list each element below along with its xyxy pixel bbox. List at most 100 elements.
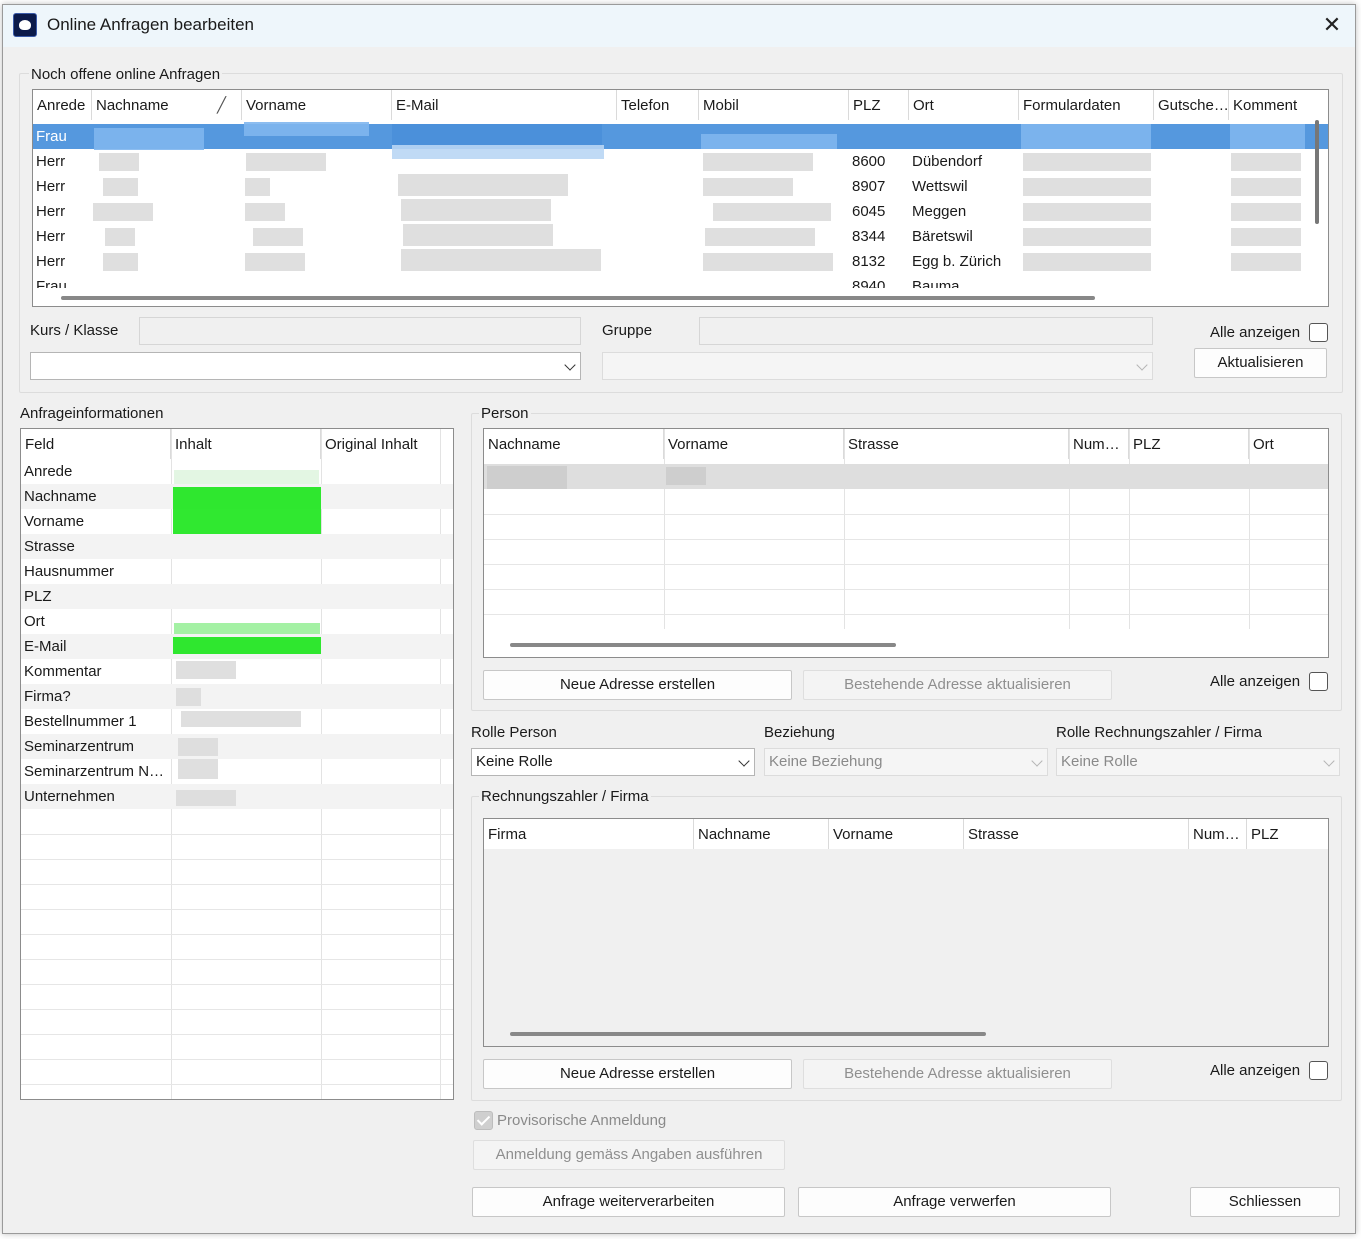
anfrage-verwerfen-button[interactable]: Anfrage verwerfen	[798, 1187, 1111, 1217]
col-nummer[interactable]: Num…	[1069, 429, 1129, 459]
redacted-cell	[99, 153, 139, 171]
requests-group-label: Noch offene online Anfragen	[29, 66, 223, 83]
anfrage-weiterverarbeiten-button[interactable]: Anfrage weiterverarbeiten	[472, 1187, 785, 1217]
kurs-klasse-display	[139, 317, 581, 345]
table-row[interactable]: Herr 8344 Bäretswil	[33, 224, 1328, 249]
redacted-cell	[401, 249, 601, 271]
redacted-cell	[1231, 228, 1301, 246]
col-vorname[interactable]: Vorname	[664, 429, 844, 459]
redacted-cell	[173, 509, 321, 534]
requests-vertical-scrollbar[interactable]	[1315, 120, 1319, 224]
payer-table[interactable]: Firma Nachname Vorname Strasse Num… PLZ	[483, 818, 1329, 1047]
col-plz[interactable]: PLZ	[849, 90, 909, 120]
col-firma[interactable]: Firma	[484, 819, 694, 849]
info-row[interactable]: Hausnummer	[21, 559, 453, 584]
rolle-rz-select[interactable]: Keine Rolle	[1056, 748, 1340, 776]
col-nachname[interactable]: Nachname	[694, 819, 829, 849]
payer-neue-adresse-button[interactable]: Neue Adresse erstellen	[483, 1059, 792, 1089]
table-row[interactable]: Herr 6045 Meggen	[33, 199, 1328, 224]
person-bestehende-adresse-button[interactable]: Bestehende Adresse aktualisieren	[803, 670, 1112, 700]
payer-bestehende-adresse-button[interactable]: Bestehende Adresse aktualisieren	[803, 1059, 1112, 1089]
info-row[interactable]: Strasse	[21, 534, 453, 559]
window-title: Online Anfragen bearbeiten	[47, 15, 254, 34]
table-row[interactable]: Frau 8940 Bauma	[33, 274, 1328, 288]
redacted-cell	[703, 153, 813, 171]
col-original-inhalt[interactable]: Original Inhalt	[321, 429, 441, 459]
info-row[interactable]: Vorname	[21, 509, 453, 534]
person-neue-adresse-button[interactable]: Neue Adresse erstellen	[483, 670, 792, 700]
payer-alle-anzeigen-checkbox[interactable]	[1309, 1061, 1328, 1080]
info-row[interactable]: Firma?	[21, 684, 453, 709]
person-table[interactable]: Nachname Vorname Strasse Num… PLZ Ort	[483, 428, 1329, 658]
cell-plz: 6045	[852, 203, 886, 220]
col-plz[interactable]: PLZ	[1129, 429, 1249, 459]
info-row[interactable]: Kommentar	[21, 659, 453, 684]
gruppe-display	[699, 317, 1153, 345]
col-mobil[interactable]: Mobil	[699, 90, 849, 120]
info-row[interactable]: Ort	[21, 609, 453, 634]
table-row[interactable]: Herr 8600 Dübendorf	[33, 145, 1328, 174]
redacted-cell	[246, 153, 326, 171]
alle-anzeigen-checkbox[interactable]	[1309, 323, 1328, 342]
redacted-cell	[1231, 253, 1301, 271]
info-row[interactable]: Seminarzentrum N…	[21, 759, 453, 784]
info-row[interactable]: Unternehmen	[21, 784, 453, 809]
cell-plz: 8940	[852, 278, 886, 288]
col-inhalt[interactable]: Inhalt	[171, 429, 321, 459]
table-row[interactable]: Herr 8132 Egg b. Zürich	[33, 249, 1328, 274]
col-feld[interactable]: Feld	[21, 429, 171, 459]
anmeldung-ausfuehren-button[interactable]: Anmeldung gemäss Angaben ausführen	[473, 1140, 785, 1170]
close-button[interactable]: ✕	[1309, 5, 1355, 47]
col-strasse[interactable]: Strasse	[964, 819, 1189, 849]
col-ort[interactable]: Ort	[1249, 429, 1328, 459]
col-nachname[interactable]: Nachname	[484, 429, 664, 459]
redacted-cell	[94, 128, 204, 150]
person-alle-anzeigen-checkbox[interactable]	[1309, 672, 1328, 691]
requests-horizontal-scrollbar[interactable]	[61, 296, 1095, 300]
person-row[interactable]	[484, 464, 1328, 489]
redacted-cell	[253, 228, 303, 246]
requests-table[interactable]: Anrede Nachname ╱ Vorname E-Mail Telefon…	[32, 89, 1329, 307]
col-nummer[interactable]: Num…	[1189, 819, 1247, 849]
kurs-klasse-select[interactable]	[30, 352, 581, 380]
provisorisch-checkbox[interactable]	[474, 1111, 493, 1130]
feld-hausnummer: Hausnummer	[24, 563, 115, 580]
col-kommentar[interactable]: Komment	[1229, 90, 1309, 120]
feld-kommentar: Kommentar	[24, 663, 102, 680]
info-row[interactable]: Bestellnummer 1	[21, 709, 453, 734]
col-email[interactable]: E-Mail	[392, 90, 617, 120]
col-vorname[interactable]: Vorname	[829, 819, 964, 849]
redacted-cell	[178, 759, 218, 779]
col-formulardaten[interactable]: Formulardaten	[1019, 90, 1154, 120]
info-row[interactable]: Seminarzentrum	[21, 734, 453, 759]
beziehung-select[interactable]: Keine Beziehung	[764, 748, 1048, 776]
col-strasse[interactable]: Strasse	[844, 429, 1069, 459]
info-row[interactable]: Nachname	[21, 484, 453, 509]
cell-ort: Bäretswil	[912, 228, 973, 245]
redacted-cell	[1023, 228, 1151, 246]
table-row[interactable]: Frau	[33, 122, 1328, 150]
redacted-cell	[1023, 253, 1151, 271]
redacted-cell	[176, 790, 236, 806]
info-row[interactable]: Anrede	[21, 459, 453, 484]
payer-horizontal-scrollbar[interactable]	[510, 1032, 986, 1036]
table-row[interactable]: Herr 8907 Wettswil	[33, 174, 1328, 199]
cell-anrede: Herr	[36, 253, 66, 270]
person-horizontal-scrollbar[interactable]	[510, 643, 896, 647]
col-anrede[interactable]: Anrede	[33, 90, 92, 120]
info-row[interactable]: E-Mail	[21, 634, 453, 659]
redacted-cell	[703, 178, 793, 196]
info-group-label: Anfrageinformationen	[20, 405, 164, 422]
col-ort[interactable]: Ort	[909, 90, 1019, 120]
cell-ort	[909, 124, 1019, 149]
aktualisieren-button[interactable]: Aktualisieren	[1194, 348, 1327, 378]
info-row[interactable]: PLZ	[21, 584, 453, 609]
info-table[interactable]: Feld Inhalt Original Inhalt Anrede Nachn…	[20, 428, 454, 1100]
col-gutschein[interactable]: Gutsche…	[1154, 90, 1229, 120]
col-telefon[interactable]: Telefon	[617, 90, 699, 120]
schliessen-button[interactable]: Schliessen	[1190, 1187, 1340, 1217]
col-plz[interactable]: PLZ	[1247, 819, 1328, 849]
rolle-person-select[interactable]: Keine Rolle	[471, 748, 755, 776]
gruppe-select[interactable]	[602, 352, 1153, 380]
col-vorname[interactable]: Vorname	[242, 90, 392, 120]
